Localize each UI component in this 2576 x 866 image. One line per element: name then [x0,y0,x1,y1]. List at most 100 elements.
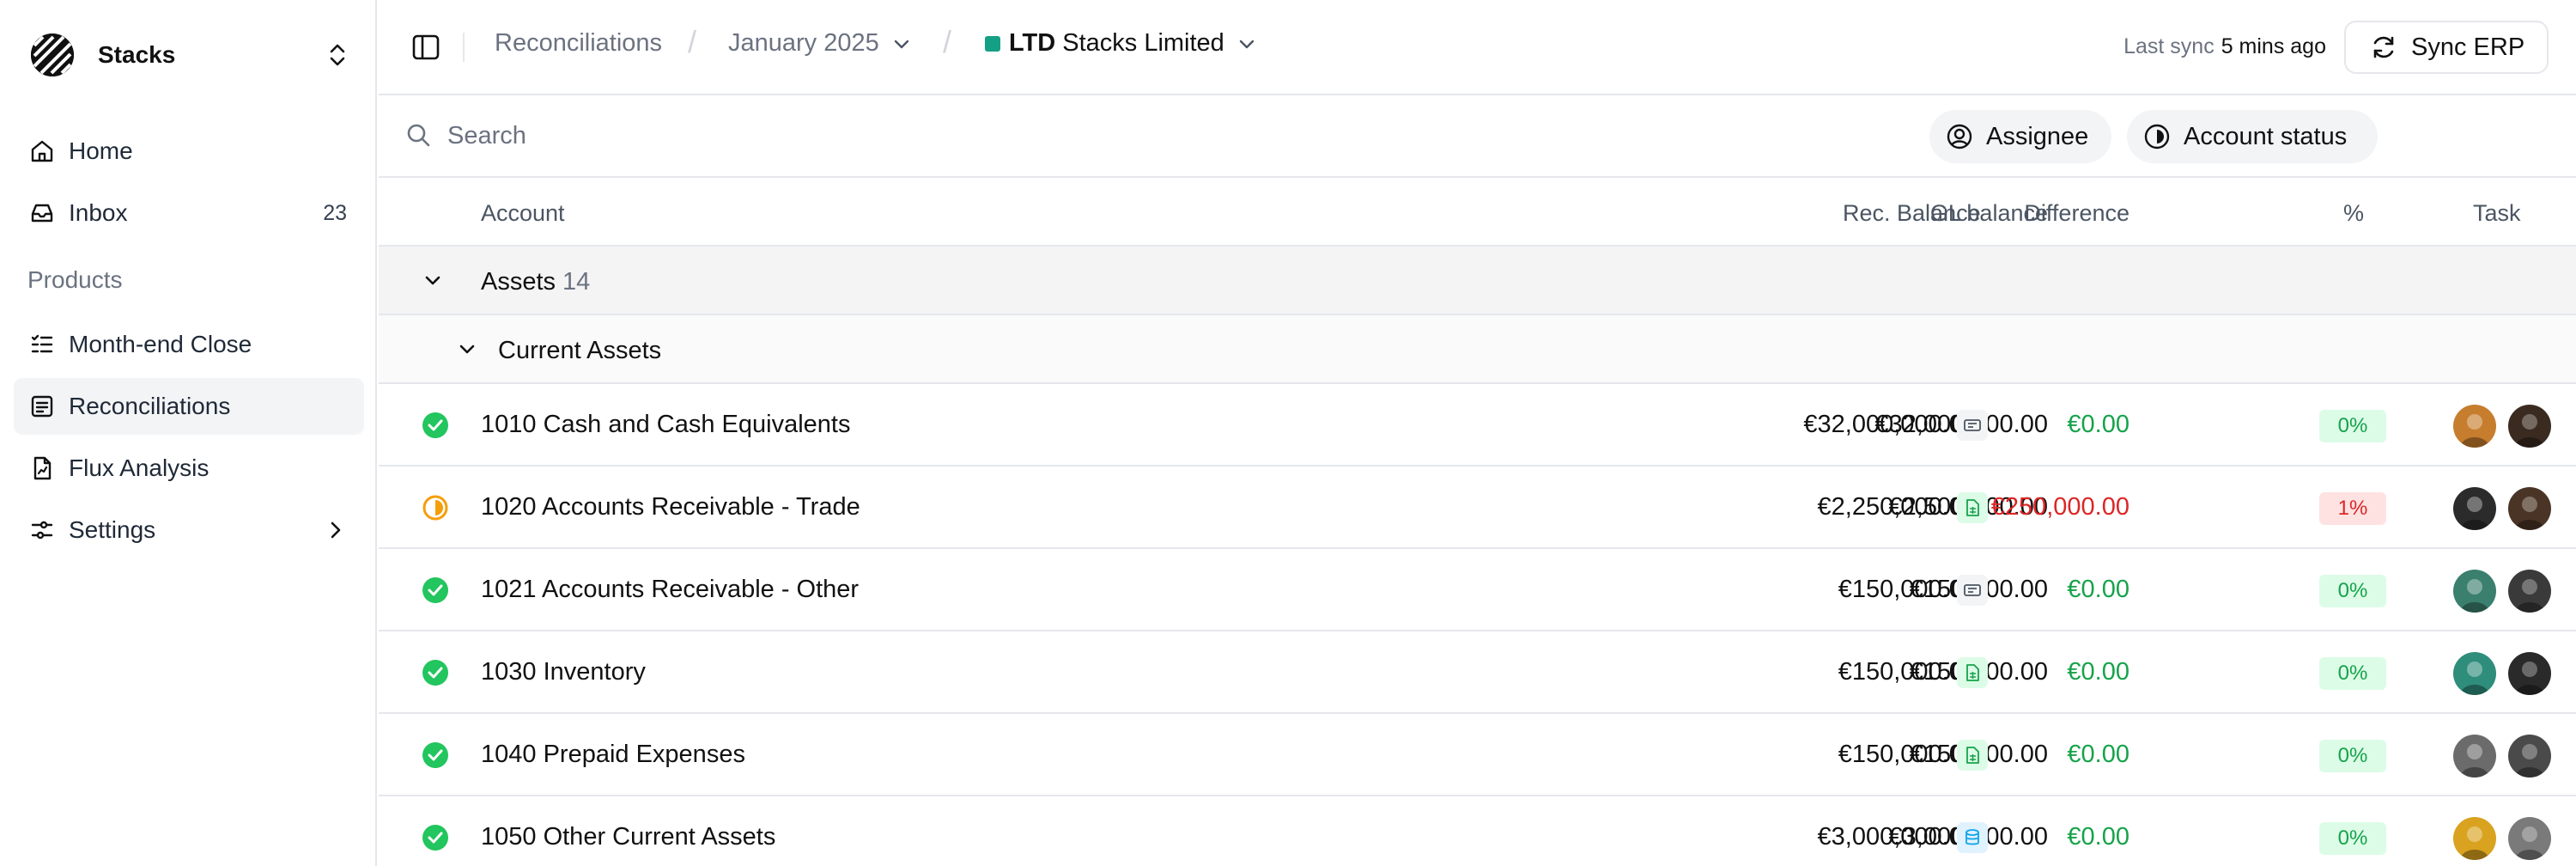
column-header-account[interactable]: Account [481,200,565,227]
rec-balance: €2,250,000.00 [1817,493,1977,521]
percent-badge: 0% [2319,575,2386,607]
avatar[interactable] [2453,817,2496,860]
sync-erp-button[interactable]: Sync ERP [2344,21,2549,74]
table-row[interactable]: 1010 Cash and Cash Equivalents €32,000,00… [379,384,2576,467]
entity-selector[interactable]: LTD Stacks Limited [985,29,1257,58]
avatar[interactable] [2453,405,2496,448]
sliders-icon [27,515,57,545]
refresh-icon [2373,36,2394,58]
check-circle-icon [422,741,449,769]
avatar[interactable] [2508,405,2551,448]
sidebar-item-label: Reconciliations [69,393,231,419]
in-progress-icon [422,494,449,521]
last-sync-label: Last sync [2123,34,2215,58]
avatar[interactable] [2453,570,2496,613]
table-row[interactable]: 1040 Prepaid Expenses€150,000.00€150,000… [379,714,2576,796]
sidebar-item-reconciliations[interactable]: Reconciliations [14,378,364,435]
group-row-assets[interactable]: Assets 14 [379,247,2576,315]
avatar[interactable] [2453,487,2496,530]
column-header-percent[interactable]: % [2343,200,2364,227]
sidebar-item-inbox[interactable]: Inbox 23 [14,185,364,241]
entity-code: LTD [1009,29,1056,57]
inbox-count-badge: 23 [323,200,347,225]
avatar[interactable] [2453,735,2496,778]
filter-bar: Assignee Account status [379,95,2576,178]
assignee-filter[interactable]: Assignee [1929,110,2111,163]
difference: €0.00 [2067,411,2129,438]
account-name[interactable]: 1021 Accounts Receivable - Other [481,576,859,604]
column-header-task[interactable]: Task [2473,200,2521,227]
chevron-down-icon [894,40,908,48]
period-selector[interactable]: January 2025 [728,29,912,58]
subgroup-row-current-assets[interactable]: Current Assets [379,315,2576,384]
database-icon[interactable] [1957,822,1988,853]
chevron-down-icon[interactable] [456,338,478,361]
percent-badge: 1% [2319,492,2386,525]
sync-erp-label: Sync ERP [2411,33,2525,61]
breadcrumb-label: Reconciliations [495,29,663,57]
sidebar-item-flux-analysis[interactable]: Flux Analysis [14,440,364,497]
percent-badge: 0% [2319,822,2386,855]
table-row[interactable]: 1050 Other Current Assets€3,000,000.00€3… [379,796,2576,866]
group-title: Assets 14 [481,268,590,296]
rec-balance: €150,000.00 [1838,576,1977,603]
avatar[interactable] [2508,652,2551,695]
file-chart-icon [27,454,57,483]
chevron-down-icon[interactable] [422,270,444,292]
sidebar-item-label: Month-end Close [69,331,252,357]
sidebar: Stacks Home Inbox 23 Products Month-end … [0,0,377,866]
account-name[interactable]: 1030 Inventory [481,658,646,686]
workspace-switcher[interactable]: Stacks [31,31,350,79]
sidebar-item-settings[interactable]: Settings [14,502,364,558]
entity-name: Stacks Limited [1062,29,1224,57]
sidebar-item-home[interactable]: Home [14,123,364,180]
avatar[interactable] [2508,570,2551,613]
table-row[interactable]: 1021 Accounts Receivable - Other €150,000… [379,549,2576,631]
account-name[interactable]: 1040 Prepaid Expenses [481,741,745,769]
chevron-up-down-icon[interactable] [325,41,350,69]
sidebar-toggle-icon[interactable] [411,33,440,62]
sidebar-item-label: Flux Analysis [69,454,210,481]
account-status-label: Account status [2184,122,2348,150]
spreadsheet-icon[interactable] [1957,740,1988,771]
search-input[interactable] [447,116,1735,156]
bank-statement-icon[interactable] [1957,575,1988,606]
rec-balance: €32,000,000.00 [1803,411,1977,438]
check-circle-icon [422,824,449,851]
difference: €0.00 [2067,658,2129,686]
account-name[interactable]: 1010 Cash and Cash Equivalents [481,411,850,439]
spreadsheet-icon[interactable] [1957,492,1988,523]
breadcrumb-separator: / [943,24,952,59]
chevron-down-icon [1239,40,1255,48]
rec-balance: €150,000.00 [1838,658,1977,686]
workspace-name: Stacks [98,41,176,68]
bank-statement-icon[interactable] [1957,410,1988,441]
sidebar-item-label: Inbox [69,199,128,226]
table-row[interactable]: 1030 Inventory€150,000.00€150,000.00€0.0… [379,631,2576,714]
sidebar-item-month-end-close[interactable]: Month-end Close [14,316,364,373]
account-name[interactable]: 1050 Other Current Assets [481,823,775,851]
difference: €0.00 [2067,576,2129,603]
avatar[interactable] [2508,817,2551,860]
sidebar-item-label: Settings [69,516,156,543]
table-row[interactable]: 1020 Accounts Receivable - Trade€2,500,0… [379,467,2576,549]
avatar[interactable] [2453,652,2496,695]
inbox-icon [27,198,57,228]
account-name[interactable]: 1020 Accounts Receivable - Trade [481,493,860,521]
account-status-filter[interactable]: Account status [2127,110,2378,163]
last-sync-value: 5 mins ago [2221,34,2326,58]
assignee-label: Assignee [1986,122,2089,150]
avatar[interactable] [2508,487,2551,530]
breadcrumb-reconciliations[interactable]: Reconciliations [495,29,662,58]
table-header: Account GL balance Rec. Balance Differen… [379,178,2576,247]
column-header-difference[interactable]: Difference [2024,200,2129,227]
column-header-rec-balance[interactable]: Rec. Balance [1843,200,1981,227]
spreadsheet-icon[interactable] [1957,657,1988,688]
group-name: Assets [481,268,556,296]
avatar[interactable] [2508,735,2551,778]
group-count: 14 [562,268,591,296]
difference: €0.00 [2067,823,2129,851]
last-sync-info: Last sync 5 mins ago [2123,34,2326,59]
percent-badge: 0% [2319,740,2386,772]
user-circle-icon [1947,124,1972,149]
